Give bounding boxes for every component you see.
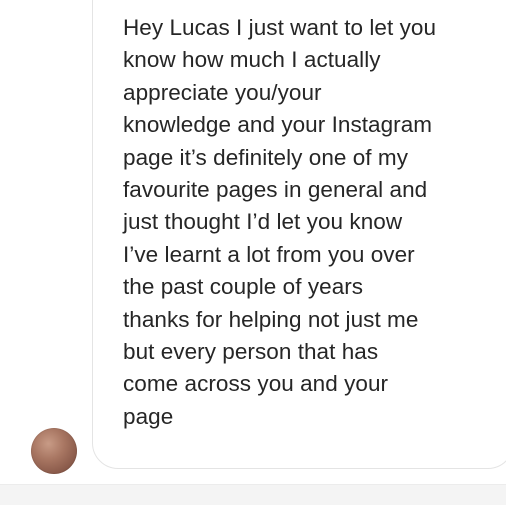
message-text: Hey Lucas I just want to let you know ho… [123, 15, 437, 429]
composer-area [0, 484, 506, 505]
message-bubble[interactable]: Hey Lucas I just want to let you know ho… [92, 0, 506, 469]
message-thread: Hey Lucas I just want to let you know ho… [0, 0, 506, 484]
sender-avatar[interactable] [31, 428, 77, 474]
